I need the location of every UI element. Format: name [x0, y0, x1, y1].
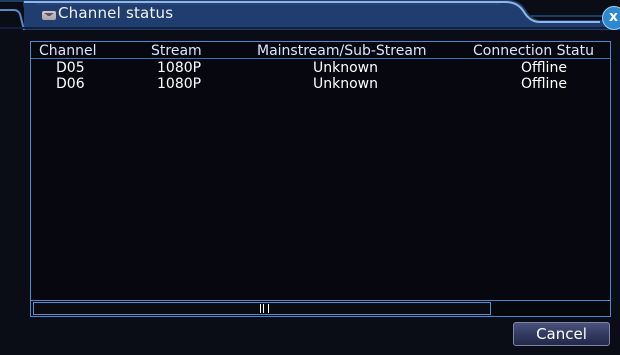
- cell-stream: 1080P: [157, 76, 202, 92]
- close-button[interactable]: x: [602, 6, 620, 30]
- horizontal-scrollbar[interactable]: [30, 300, 611, 317]
- cell-channel: D05: [56, 60, 85, 76]
- cell-connection: Offline: [521, 76, 567, 92]
- header-divider: [31, 58, 610, 59]
- channel-table[interactable]: Channel Stream Mainstream/Sub-Stream Con…: [30, 41, 611, 317]
- cell-connection: Offline: [521, 60, 567, 76]
- mail-icon: [42, 11, 56, 20]
- cell-mainstream: Unknown: [313, 76, 378, 92]
- column-header-stream[interactable]: Stream: [151, 43, 202, 59]
- cell-channel: D06: [56, 76, 85, 92]
- grip-icon: [260, 304, 269, 313]
- channel-status-dialog: Channel status x Channel Stream Mainstre…: [0, 0, 620, 355]
- cancel-button[interactable]: Cancel: [513, 322, 610, 346]
- title-bar[interactable]: Channel status x: [0, 0, 620, 30]
- column-header-channel[interactable]: Channel: [39, 43, 96, 59]
- dialog-title: Channel status: [58, 4, 174, 22]
- scrollbar-thumb[interactable]: [33, 302, 491, 315]
- cell-mainstream: Unknown: [313, 60, 378, 76]
- cell-stream: 1080P: [157, 60, 202, 76]
- column-header-mainstream[interactable]: Mainstream/Sub-Stream: [257, 43, 427, 59]
- column-header-connection[interactable]: Connection Statu: [473, 43, 594, 59]
